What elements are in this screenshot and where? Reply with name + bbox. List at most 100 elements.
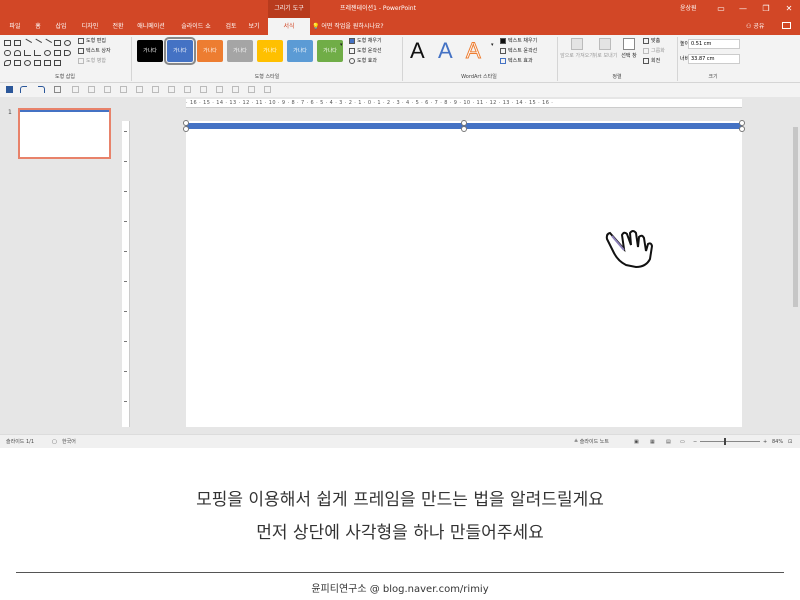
- shape-freeform-icon[interactable]: [24, 60, 31, 66]
- shape-circle-icon[interactable]: [44, 50, 51, 56]
- shape-style-lightblue[interactable]: 가나다: [287, 40, 313, 62]
- vertical-scrollbar[interactable]: [791, 97, 800, 434]
- resize-handle-bottom-right[interactable]: [739, 126, 745, 132]
- shape-double-arrow-icon[interactable]: [42, 38, 53, 48]
- qat-tool-icon[interactable]: [136, 86, 143, 93]
- qat-tool-icon[interactable]: [232, 86, 239, 93]
- tab-slideshow[interactable]: 슬라이드 쇼: [174, 18, 218, 35]
- shape-fill-button[interactable]: 도형 채우기: [349, 37, 382, 46]
- text-fill-button[interactable]: 텍스트 채우기: [500, 37, 537, 46]
- shape-connector-icon[interactable]: [24, 50, 31, 56]
- shape-curve-icon[interactable]: [4, 60, 11, 66]
- tab-review[interactable]: 검토: [221, 18, 241, 35]
- tab-transitions[interactable]: 전환: [107, 18, 129, 35]
- shape-arc-icon[interactable]: [64, 50, 71, 56]
- shape-elbow-icon[interactable]: [34, 50, 41, 56]
- reading-view-icon[interactable]: ▤: [666, 435, 671, 449]
- user-name[interactable]: 윤상원: [680, 0, 697, 18]
- height-field[interactable]: 0.51 cm: [688, 39, 740, 49]
- qat-tool-icon[interactable]: [248, 86, 255, 93]
- comments-icon[interactable]: [782, 22, 791, 29]
- shape-style-gold[interactable]: 가나다: [257, 40, 283, 62]
- rotate-button[interactable]: 회전: [643, 57, 660, 66]
- edit-shape-button[interactable]: 도형 편집: [78, 37, 106, 46]
- shape-style-black[interactable]: 가나다: [137, 40, 163, 62]
- slide-sorter-icon[interactable]: ▦: [650, 435, 655, 449]
- wordart-style-black[interactable]: A: [410, 38, 425, 64]
- shape-square-icon[interactable]: [54, 40, 61, 46]
- tab-home[interactable]: 홈: [30, 18, 46, 35]
- zoom-slider[interactable]: [700, 438, 760, 445]
- minimize-button[interactable]: —: [732, 0, 754, 18]
- zoom-percent[interactable]: 84%: [772, 435, 783, 449]
- qat-tool-icon[interactable]: [72, 86, 79, 93]
- wordart-gallery-more-icon[interactable]: ▾: [491, 41, 494, 50]
- tab-view[interactable]: 보기: [244, 18, 264, 35]
- shape-textbox-icon[interactable]: [14, 40, 21, 46]
- qat-tool-icon[interactable]: [216, 86, 223, 93]
- width-field[interactable]: 33.87 cm: [688, 54, 740, 64]
- shape-oval-icon[interactable]: [64, 40, 71, 46]
- tab-file[interactable]: 파일: [4, 18, 26, 35]
- zoom-slider-knob[interactable]: [724, 438, 727, 445]
- shape-triangle-icon[interactable]: [14, 50, 21, 56]
- undo-icon[interactable]: [20, 86, 27, 93]
- tab-format[interactable]: 서식: [268, 18, 310, 35]
- text-outline-button[interactable]: 텍스트 윤곽선: [500, 47, 537, 56]
- merge-shapes-button[interactable]: 도형 병합: [78, 57, 106, 66]
- shape-style-gray[interactable]: 가나다: [227, 40, 253, 62]
- qat-tool-icon[interactable]: [200, 86, 207, 93]
- qat-tool-icon[interactable]: [152, 86, 159, 93]
- zoom-in-button[interactable]: +: [763, 435, 767, 449]
- shape-rounded-rect-icon[interactable]: [4, 50, 11, 56]
- zoom-out-button[interactable]: −: [693, 435, 697, 449]
- qat-tool-icon[interactable]: [184, 86, 191, 93]
- tell-me-box[interactable]: 💡 어떤 작업을 원하시나요?: [312, 18, 384, 35]
- text-effects-button[interactable]: 텍스트 효과: [500, 57, 533, 66]
- slide-thumbnail[interactable]: [18, 108, 111, 159]
- text-box-button[interactable]: 텍스트 상자: [78, 47, 111, 56]
- shape-arrow-icon[interactable]: [32, 38, 43, 48]
- group-button[interactable]: 그룹화: [643, 47, 665, 56]
- shape-gallery[interactable]: [4, 38, 71, 68]
- scrollbar-thumb[interactable]: [793, 127, 798, 307]
- share-button[interactable]: ⚇ 공유: [746, 18, 764, 35]
- wordart-style-blue[interactable]: A: [438, 38, 453, 64]
- selection-pane-button[interactable]: 선택 창: [612, 38, 646, 59]
- shape-rectangle-icon[interactable]: [4, 40, 11, 46]
- shape-scribble-icon[interactable]: [34, 60, 41, 66]
- shape-outline-button[interactable]: 도형 윤곽선: [349, 47, 382, 56]
- shape-style-blue[interactable]: 가나다: [164, 37, 196, 65]
- slide-canvas[interactable]: [183, 120, 745, 427]
- qat-tool-icon[interactable]: [120, 86, 127, 93]
- shape-star-icon[interactable]: [44, 60, 51, 66]
- tab-animations[interactable]: 애니메이션: [132, 18, 170, 35]
- qat-tool-icon[interactable]: [168, 86, 175, 93]
- language-indicator[interactable]: 한국어: [62, 435, 76, 449]
- shape-callout-icon[interactable]: [54, 60, 61, 66]
- qat-tool-icon[interactable]: [264, 86, 271, 93]
- align-button[interactable]: 맞춤: [643, 37, 660, 46]
- shape-block-icon[interactable]: [54, 50, 61, 56]
- start-slideshow-icon[interactable]: [54, 86, 61, 93]
- slideshow-view-icon[interactable]: ▭: [680, 435, 685, 449]
- ribbon-display-options-icon[interactable]: ▭: [710, 0, 732, 18]
- resize-handle-bottom[interactable]: [461, 126, 467, 132]
- notes-button[interactable]: ≜ 슬라이드 노트: [574, 435, 609, 449]
- fit-to-window-icon[interactable]: ⊡: [788, 435, 792, 449]
- qat-tool-icon[interactable]: [104, 86, 111, 93]
- normal-view-icon[interactable]: ▣: [634, 435, 639, 449]
- restore-button[interactable]: ❐: [755, 0, 777, 18]
- shape-style-orange[interactable]: 가나다: [197, 40, 223, 62]
- spell-check-icon[interactable]: ▢: [52, 435, 57, 449]
- tab-insert[interactable]: 삽입: [50, 18, 72, 35]
- save-icon[interactable]: [6, 86, 13, 93]
- wordart-style-orange-outline[interactable]: A: [466, 38, 482, 64]
- shape-effects-button[interactable]: 도형 효과: [349, 57, 377, 66]
- shape-brace-icon[interactable]: [14, 60, 21, 66]
- redo-icon[interactable]: [38, 86, 45, 93]
- close-button[interactable]: ✕: [778, 0, 800, 18]
- qat-tool-icon[interactable]: [88, 86, 95, 93]
- style-gallery-more-icon[interactable]: ▾: [340, 41, 343, 50]
- shape-line-icon[interactable]: [22, 38, 33, 48]
